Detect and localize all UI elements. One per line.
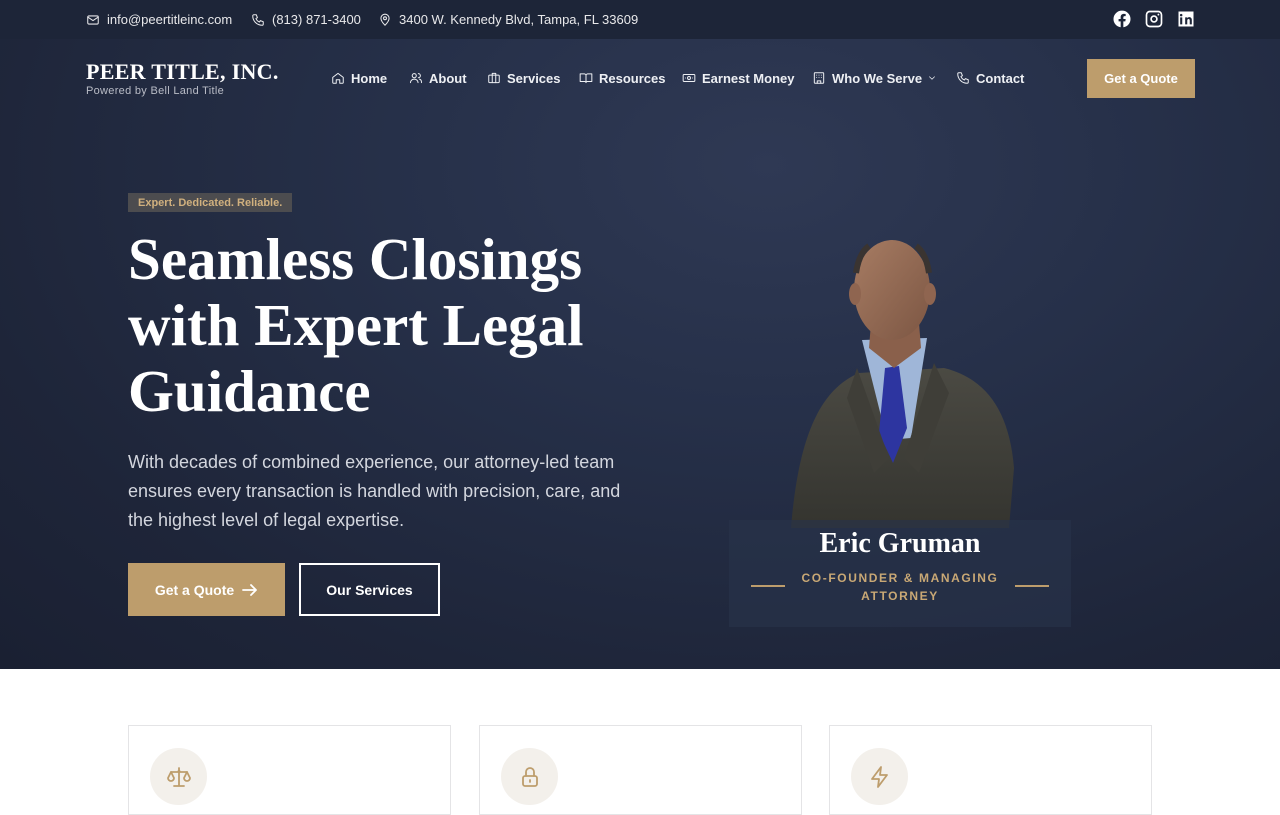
divider-right (1015, 585, 1049, 587)
lock-icon (521, 766, 538, 787)
brand-logo-text[interactable]: PEER TITLE, INC. (86, 59, 279, 85)
attorney-role: CO-FOUNDER & MANAGING ATTORNEY (801, 571, 999, 603)
phone-icon (957, 72, 969, 84)
attorney-name: Eric Gruman (819, 528, 981, 559)
top-bar: info@peertitleinc.com (813) 871-3400 340… (0, 0, 1280, 39)
mail-icon (87, 14, 99, 25)
address-link[interactable]: 3400 W. Kennedy Blvd, Tampa, FL 33609 (378, 0, 638, 39)
scales-icon (166, 766, 191, 787)
map-pin-icon (380, 13, 390, 26)
get-quote-button[interactable]: Get a Quote (128, 563, 285, 616)
phone-icon (252, 13, 264, 26)
phone-link[interactable]: (813) 871-3400 (251, 0, 361, 39)
briefcase-icon (488, 72, 500, 84)
nav-services[interactable]: Services (487, 69, 561, 87)
phone-text: (813) 871-3400 (272, 12, 361, 27)
chevron-down-icon (929, 76, 935, 80)
book-icon (579, 73, 593, 84)
nav-label: Contact (976, 70, 1025, 86)
nav-label: Resources (599, 70, 666, 86)
nav-resources[interactable]: Resources (579, 69, 665, 87)
get-quote-label: Get a Quote (154, 581, 235, 598)
divider-left (751, 585, 785, 587)
nav-earnest-money[interactable]: Earnest Money (682, 69, 794, 87)
nav-label: Earnest Money (702, 70, 795, 86)
users-icon (409, 73, 423, 84)
header-quote-button[interactable]: Get a Quote (1087, 59, 1195, 98)
nav-about[interactable]: About (409, 69, 467, 87)
nav-label: About (429, 70, 467, 86)
email-text: info@peertitleinc.com (107, 12, 233, 27)
building-icon (813, 72, 825, 84)
nav-who-we-serve[interactable]: Who We Serve (812, 69, 937, 87)
lightning-icon (870, 765, 888, 788)
hero-headline: Seamless Closings with Expert Legal Guid… (128, 226, 584, 424)
nav-label: Services (507, 70, 561, 86)
nav-label: Home (351, 70, 388, 86)
nav-label: Who We Serve (832, 70, 923, 86)
feature-card (479, 725, 802, 815)
linkedin-icon[interactable] (1176, 9, 1196, 29)
hero-lead-text: With decades of combined experience, our… (128, 452, 621, 530)
home-icon (332, 72, 344, 84)
facebook-icon[interactable] (1112, 9, 1132, 29)
feature-icon-wrap (150, 748, 207, 805)
nav-contact[interactable]: Contact (956, 69, 1024, 87)
feature-card (128, 725, 451, 815)
feature-card (829, 725, 1152, 815)
instagram-icon[interactable] (1144, 9, 1164, 29)
hero-badge: Expert. Dedicated. Reliable. (128, 193, 293, 212)
feature-icon-wrap (501, 748, 558, 805)
nav-home[interactable]: Home (331, 69, 387, 87)
our-services-button[interactable]: Our Services (299, 563, 440, 616)
feature-icon-wrap (851, 748, 908, 805)
address-text: 3400 W. Kennedy Blvd, Tampa, FL 33609 (399, 12, 639, 27)
brand-tagline: Powered by Bell Land Title (86, 85, 225, 97)
money-icon (682, 74, 696, 82)
email-link[interactable]: info@peertitleinc.com (86, 0, 232, 39)
arrow-right-icon (242, 583, 258, 596)
